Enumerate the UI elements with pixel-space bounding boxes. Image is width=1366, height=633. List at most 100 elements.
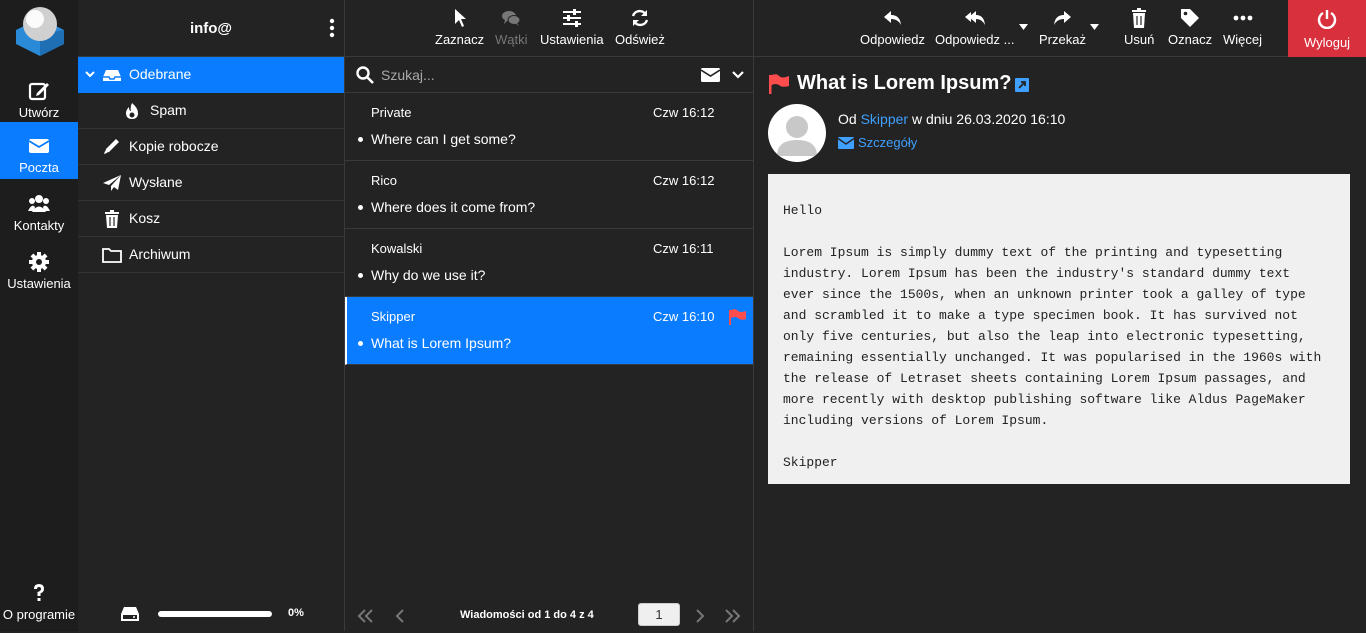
message-date: Czw 16:10 <box>653 309 715 324</box>
unread-dot <box>358 273 363 278</box>
logout-label: Wyloguj <box>1303 35 1351 50</box>
first-page-icon[interactable] <box>357 609 373 623</box>
mail-label: Poczta <box>19 160 59 175</box>
pencil-icon <box>102 138 122 156</box>
roundcube-logo[interactable] <box>14 4 66 56</box>
dropdown-arrow-icon[interactable] <box>1090 24 1099 30</box>
previous-page-icon[interactable] <box>393 609 409 623</box>
settings-label: Ustawienia <box>7 276 71 291</box>
list-options-label: Ustawienia <box>540 32 604 47</box>
folder-label: Odebrane <box>129 66 192 82</box>
reply-all-button[interactable]: Odpowiedz ... <box>935 8 1015 47</box>
chevron-down-icon[interactable] <box>732 70 744 80</box>
contacts-button[interactable]: Kontakty <box>0 180 78 237</box>
more-label: Więcej <box>1223 32 1263 47</box>
folder-sent[interactable]: Wysłane <box>78 165 344 201</box>
quota-indicator: 0% <box>78 598 344 631</box>
message-date: Czw 16:12 <box>653 173 715 188</box>
message-from: Skipper <box>371 309 416 324</box>
threads-button[interactable]: Wątki <box>495 8 528 47</box>
reply-button[interactable]: Odpowiedz <box>860 8 925 47</box>
message-date-text: w dniu 26.03.2020 16:10 <box>911 111 1066 127</box>
message-row-selected[interactable]: Skipper Czw 16:10 What is Lorem Ipsum? <box>345 297 753 365</box>
delete-button[interactable]: Usuń <box>1124 8 1154 47</box>
reply-icon <box>883 8 903 28</box>
folder-drafts[interactable]: Kopie robocze <box>78 129 344 165</box>
folder-archive[interactable]: Archiwum <box>78 237 344 273</box>
message-from: Rico <box>371 173 398 188</box>
next-page-icon[interactable] <box>691 609 707 623</box>
search-bar <box>345 57 753 93</box>
details-link[interactable]: Szczegóły <box>838 135 917 150</box>
compose-label: Utwórz <box>18 105 60 120</box>
refresh-button[interactable]: Odśwież <box>615 8 665 47</box>
refresh-icon <box>630 8 650 28</box>
unread-dot <box>358 341 363 346</box>
folder-label: Archiwum <box>129 246 191 262</box>
dropdown-arrow-icon[interactable] <box>1019 24 1028 30</box>
folder-spam[interactable]: Spam <box>78 93 344 129</box>
paper-plane-icon <box>102 174 122 192</box>
folder-label: Kopie robocze <box>129 138 219 154</box>
mail-button[interactable]: Poczta <box>0 122 78 179</box>
hard-drive-icon <box>120 606 140 622</box>
pager: Wiadomości od 1 do 4 z 4 <box>345 600 753 631</box>
refresh-label: Odśwież <box>615 32 665 47</box>
message-date: Czw 16:12 <box>653 105 715 120</box>
tag-icon <box>1180 8 1200 28</box>
logout-button[interactable]: Wyloguj <box>1288 0 1366 57</box>
message-row[interactable]: Rico Czw 16:12 Where does it come from? <box>345 161 753 229</box>
message-row[interactable]: Private Czw 16:12 Where can I get some? <box>345 93 753 161</box>
flag-icon[interactable] <box>728 309 746 325</box>
flag-icon[interactable] <box>768 74 789 94</box>
mark-label: Oznacz <box>1168 32 1213 47</box>
folder-header: info@ <box>78 0 344 57</box>
sliders-icon <box>562 8 582 28</box>
folder-label: Wysłane <box>129 174 183 190</box>
folder-icon <box>102 246 122 264</box>
message-row[interactable]: Kowalski Czw 16:11 Why do we use it? <box>345 229 753 297</box>
trash-icon <box>1129 8 1149 28</box>
unread-dot <box>358 205 363 210</box>
about-label: O programie <box>2 607 76 622</box>
message-subject: Why do we use it? <box>371 267 486 283</box>
more-button[interactable]: Więcej <box>1223 8 1262 47</box>
envelope-filter-icon[interactable] <box>701 68 720 82</box>
users-icon <box>28 193 50 215</box>
sender-line: Od Skipper w dniu 26.03.2020 16:10 <box>838 111 1065 127</box>
compose-icon <box>28 80 50 102</box>
quota-value: 0% <box>288 607 304 619</box>
threads-label: Wątki <box>495 32 528 47</box>
list-options-button[interactable]: Ustawienia <box>540 8 604 47</box>
quota-bar <box>158 611 272 617</box>
reply-all-icon <box>964 8 985 28</box>
pager-text: Wiadomości od 1 do 4 z 4 <box>460 609 594 621</box>
select-label: Zaznacz <box>435 32 485 47</box>
compose-button[interactable]: Utwórz <box>0 67 78 124</box>
folder-trash[interactable]: Kosz <box>78 201 344 237</box>
search-input[interactable] <box>381 63 681 87</box>
settings-button[interactable]: Ustawienia <box>0 238 78 295</box>
unread-dot <box>358 137 363 142</box>
mark-button[interactable]: Oznacz <box>1168 8 1212 47</box>
list-toolbar: Zaznacz Wątki Ustawienia Odśwież <box>345 0 753 57</box>
preview-toolbar: Odpowiedz Odpowiedz ... Przekaż Usuń Ozn… <box>754 0 1366 57</box>
open-in-new-window-icon[interactable] <box>1015 78 1029 92</box>
envelope-icon <box>838 137 854 149</box>
sender-link[interactable]: Skipper <box>861 111 908 127</box>
ellipsis-icon <box>1233 8 1253 28</box>
last-page-icon[interactable] <box>725 609 741 623</box>
message-preview-pane: Odpowiedz Odpowiedz ... Przekaż Usuń Ozn… <box>754 0 1366 631</box>
about-button[interactable]: O programie <box>0 576 78 633</box>
page-number-input[interactable] <box>638 603 680 626</box>
chevron-down-icon[interactable] <box>85 69 95 79</box>
message-list-pane: Zaznacz Wątki Ustawienia Odśwież Szukaj.… <box>345 0 754 631</box>
app-rail: Utwórz Poczta Kontakty Ustawienia O prog… <box>0 0 78 631</box>
forward-button[interactable]: Przekaż <box>1039 8 1086 47</box>
search-icon[interactable] <box>356 66 374 84</box>
kebab-menu-icon[interactable] <box>328 18 336 38</box>
folder-inbox[interactable]: Odebrane <box>78 57 344 93</box>
folder-label: Kosz <box>129 210 161 226</box>
select-button[interactable]: Zaznacz <box>435 8 484 47</box>
folder-pane: info@ Odebrane Spam Kopie robocze Wysłan… <box>78 0 345 631</box>
